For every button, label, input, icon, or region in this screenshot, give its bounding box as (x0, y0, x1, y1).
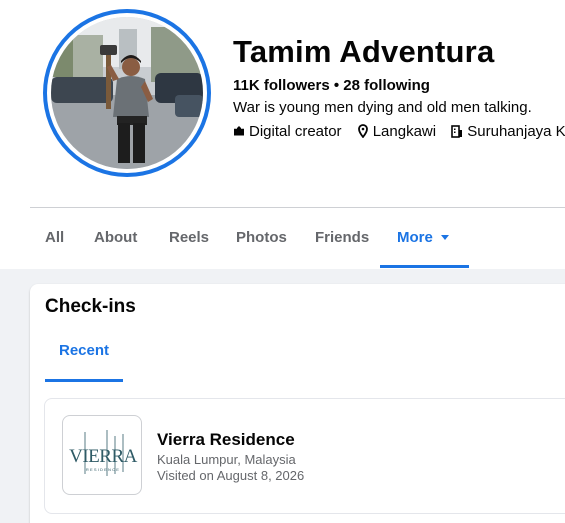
profile-header: Tamim Adventura 11K followers • 28 follo… (0, 0, 565, 269)
profile-details: Digital creator Langkawi Suruhanjaya Kop… (233, 122, 565, 142)
profile-avatar[interactable] (43, 9, 211, 177)
place-logo[interactable]: VIERRA RESIDENCE (62, 415, 142, 495)
checkins-title: Check-ins (45, 296, 136, 317)
detail-workplace-text: Suruhanjaya Koperasi Malaysia (467, 122, 565, 140)
profile-name: Tamim Adventura (233, 34, 495, 69)
building-icon (451, 124, 463, 138)
tab-reels[interactable]: Reels (169, 208, 209, 269)
subtab-recent-label: Recent (58, 342, 110, 359)
subtab-recent[interactable]: Recent (45, 329, 123, 382)
logo-wordmark: VIERRA (69, 446, 138, 467)
checkin-item[interactable]: VIERRA RESIDENCE Vierra Residence Kuala … (44, 398, 565, 514)
checkins-card: Check-ins Recent VIERRA RESIDENCE Vierra… (30, 284, 565, 523)
tab-photos[interactable]: Photos (236, 208, 287, 269)
profile-bio: War is young men dying and old men talki… (233, 99, 532, 116)
tab-about[interactable]: About (94, 208, 137, 269)
active-tab-indicator (380, 265, 469, 268)
tab-friends[interactable]: Friends (315, 208, 369, 269)
follower-stats[interactable]: 11K followers • 28 following (233, 77, 430, 94)
detail-workplace[interactable]: Suruhanjaya Koperasi Malaysia (451, 123, 565, 140)
detail-location-text: Langkawi (372, 122, 437, 140)
detail-occupation-text: Digital creator (249, 122, 342, 140)
caret-down-icon (440, 234, 449, 240)
avatar-photo (51, 17, 203, 169)
tab-more-label: More (397, 229, 433, 246)
detail-occupation: Digital creator (233, 123, 342, 140)
visited-date: Visited on August 8, 2026 (157, 468, 305, 483)
logo-subtext: RESIDENCE (86, 467, 120, 472)
location-pin-icon (357, 124, 368, 139)
active-subtab-indicator (45, 379, 123, 382)
detail-location[interactable]: Langkawi (357, 123, 436, 140)
briefcase-icon (234, 126, 244, 136)
tab-all[interactable]: All (45, 208, 64, 269)
tab-more[interactable]: More (397, 208, 449, 269)
place-name[interactable]: Vierra Residence (157, 430, 295, 450)
place-location: Kuala Lumpur, Malaysia (157, 452, 296, 467)
